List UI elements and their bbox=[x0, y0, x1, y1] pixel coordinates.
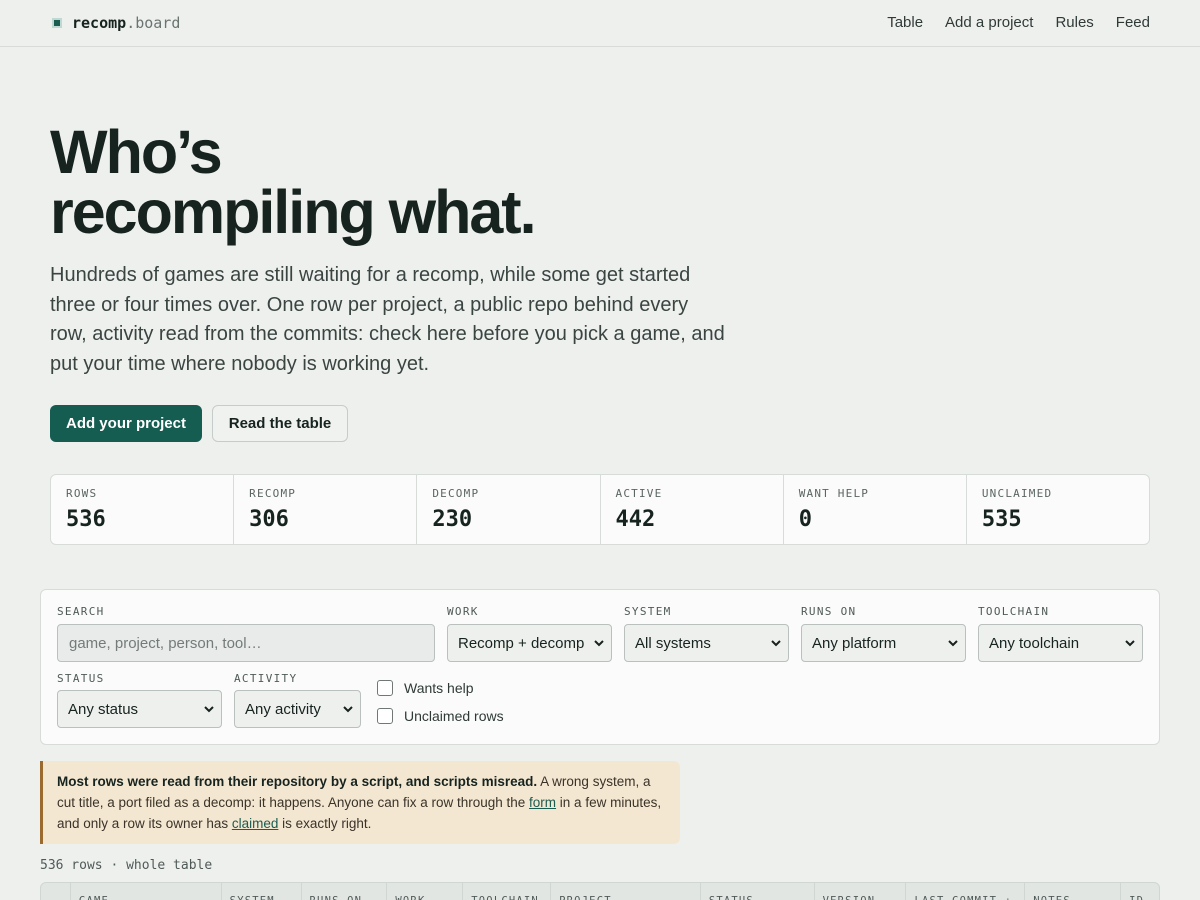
activity-select-value: Any activity bbox=[245, 700, 321, 718]
nav-link-add-project[interactable]: Add a project bbox=[945, 14, 1033, 31]
stat-value: 230 bbox=[432, 507, 473, 532]
page-title-line-1: Who’s bbox=[50, 118, 223, 186]
page-title-line-2: recompiling what. bbox=[50, 178, 537, 246]
claimed-link[interactable]: claimed bbox=[232, 816, 279, 831]
chevron-down-icon bbox=[594, 640, 604, 647]
nav-links: Table Add a project Rules Feed bbox=[887, 14, 1150, 31]
toolchain-label: TOOLCHAIN bbox=[978, 605, 1050, 618]
filter-panel: SEARCH WORK Recomp + decomp SYSTEM All s… bbox=[40, 589, 1160, 745]
brand-name: recomp bbox=[72, 14, 127, 32]
page-title: Who’s recompiling what. bbox=[50, 118, 750, 246]
brand-suffix: .board bbox=[126, 14, 181, 32]
stat-rows: ROWS 536 bbox=[51, 475, 235, 544]
add-project-button[interactable]: Add your project bbox=[50, 405, 202, 442]
stat-label: WANT HELP bbox=[798, 487, 870, 500]
wants-help-checkbox[interactable]: Wants help bbox=[377, 680, 474, 696]
activity-select[interactable]: Any activity bbox=[234, 690, 361, 728]
search-input[interactable] bbox=[57, 624, 435, 662]
stat-label: UNCLAIMED bbox=[981, 487, 1053, 500]
column-header-project[interactable]: PROJECT bbox=[551, 883, 701, 900]
chevron-down-icon bbox=[343, 706, 353, 713]
row-count: 536 rows · whole table bbox=[40, 858, 213, 873]
stat-value: 536 bbox=[66, 507, 106, 532]
stat-label: ROWS bbox=[66, 487, 98, 500]
hero-description: Hundreds of games are still waiting for … bbox=[50, 264, 725, 375]
toolchain-select-value: Any toolchain bbox=[989, 634, 1080, 652]
top-nav: recomp.board Table Add a project Rules F… bbox=[0, 0, 1200, 47]
checkbox-box[interactable] bbox=[377, 680, 393, 696]
wants-help-label: Wants help bbox=[404, 680, 474, 696]
stats-bar: ROWS 536 RECOMP 306 DECOMP 230 ACTIVE 44… bbox=[50, 474, 1150, 545]
column-header-version[interactable]: VERSION bbox=[815, 883, 907, 900]
nav-link-feed[interactable]: Feed bbox=[1116, 14, 1150, 31]
notice-bold: Most rows were read from their repositor… bbox=[57, 774, 538, 789]
toolchain-select[interactable]: Any toolchain bbox=[978, 624, 1143, 662]
notice-text-3: is exactly right. bbox=[278, 816, 372, 831]
chevron-down-icon bbox=[948, 640, 958, 647]
runs-on-label: RUNS ON bbox=[801, 605, 857, 618]
column-header-status[interactable]: STATUS bbox=[701, 883, 815, 900]
column-header-toolchain[interactable]: TOOLCHAIN bbox=[463, 883, 552, 900]
system-select[interactable]: All systems bbox=[624, 624, 789, 662]
stat-label: ACTIVE bbox=[615, 487, 663, 500]
column-header-work[interactable]: WORK bbox=[387, 883, 464, 900]
column-header-runs-on[interactable]: RUNS ON bbox=[302, 883, 388, 900]
unclaimed-rows-label: Unclaimed rows bbox=[404, 708, 504, 724]
stat-value: 535 bbox=[981, 507, 1022, 532]
system-select-value: All systems bbox=[635, 634, 711, 652]
status-select-value: Any status bbox=[68, 700, 139, 718]
stat-decomp: DECOMP 230 bbox=[417, 475, 601, 544]
form-link[interactable]: form bbox=[529, 795, 556, 810]
column-header-select[interactable] bbox=[41, 883, 71, 900]
logo-square-icon bbox=[52, 18, 62, 28]
checkbox-box[interactable] bbox=[377, 708, 393, 724]
nav-link-table[interactable]: Table bbox=[887, 14, 923, 31]
work-select-value: Recomp + decomp bbox=[458, 634, 585, 652]
stat-active: ACTIVE 442 bbox=[601, 475, 784, 544]
stat-value: 306 bbox=[249, 507, 289, 532]
column-header-game[interactable]: GAME bbox=[71, 883, 222, 900]
stat-want-help: WANT HELP 0 bbox=[784, 475, 967, 544]
stat-unclaimed: UNCLAIMED 535 bbox=[967, 475, 1149, 544]
stat-label: DECOMP bbox=[432, 487, 480, 500]
activity-label: ACTIVITY bbox=[234, 672, 298, 685]
stat-recomp: RECOMP 306 bbox=[234, 475, 418, 544]
brand-logo[interactable]: recomp.board bbox=[52, 14, 180, 32]
column-header-id[interactable]: ID bbox=[1121, 883, 1159, 900]
search-label: SEARCH bbox=[57, 605, 105, 618]
chevron-down-icon bbox=[771, 640, 781, 647]
system-label: SYSTEM bbox=[624, 605, 672, 618]
stat-value: 0 bbox=[798, 507, 812, 532]
read-table-button[interactable]: Read the table bbox=[212, 405, 348, 442]
unclaimed-rows-checkbox[interactable]: Unclaimed rows bbox=[377, 708, 504, 724]
table-header: GAME SYSTEM RUNS ON WORK TOOLCHAIN PROJE… bbox=[40, 882, 1160, 900]
work-label: WORK bbox=[447, 605, 479, 618]
stat-label: RECOMP bbox=[249, 487, 297, 500]
work-select[interactable]: Recomp + decomp bbox=[447, 624, 612, 662]
chevron-down-icon bbox=[204, 706, 214, 713]
stat-value: 442 bbox=[615, 507, 656, 532]
status-select[interactable]: Any status bbox=[57, 690, 222, 728]
column-header-last-commit[interactable]: LAST COMMIT ↓ bbox=[906, 883, 1026, 900]
runs-on-select[interactable]: Any platform bbox=[801, 624, 966, 662]
column-header-notes[interactable]: NOTES bbox=[1025, 883, 1122, 900]
nav-link-rules[interactable]: Rules bbox=[1055, 14, 1093, 31]
status-label: STATUS bbox=[57, 672, 105, 685]
chevron-down-icon bbox=[1125, 640, 1135, 647]
column-header-system[interactable]: SYSTEM bbox=[222, 883, 302, 900]
data-quality-notice: Most rows were read from their repositor… bbox=[40, 761, 680, 844]
runs-on-select-value: Any platform bbox=[812, 634, 897, 652]
